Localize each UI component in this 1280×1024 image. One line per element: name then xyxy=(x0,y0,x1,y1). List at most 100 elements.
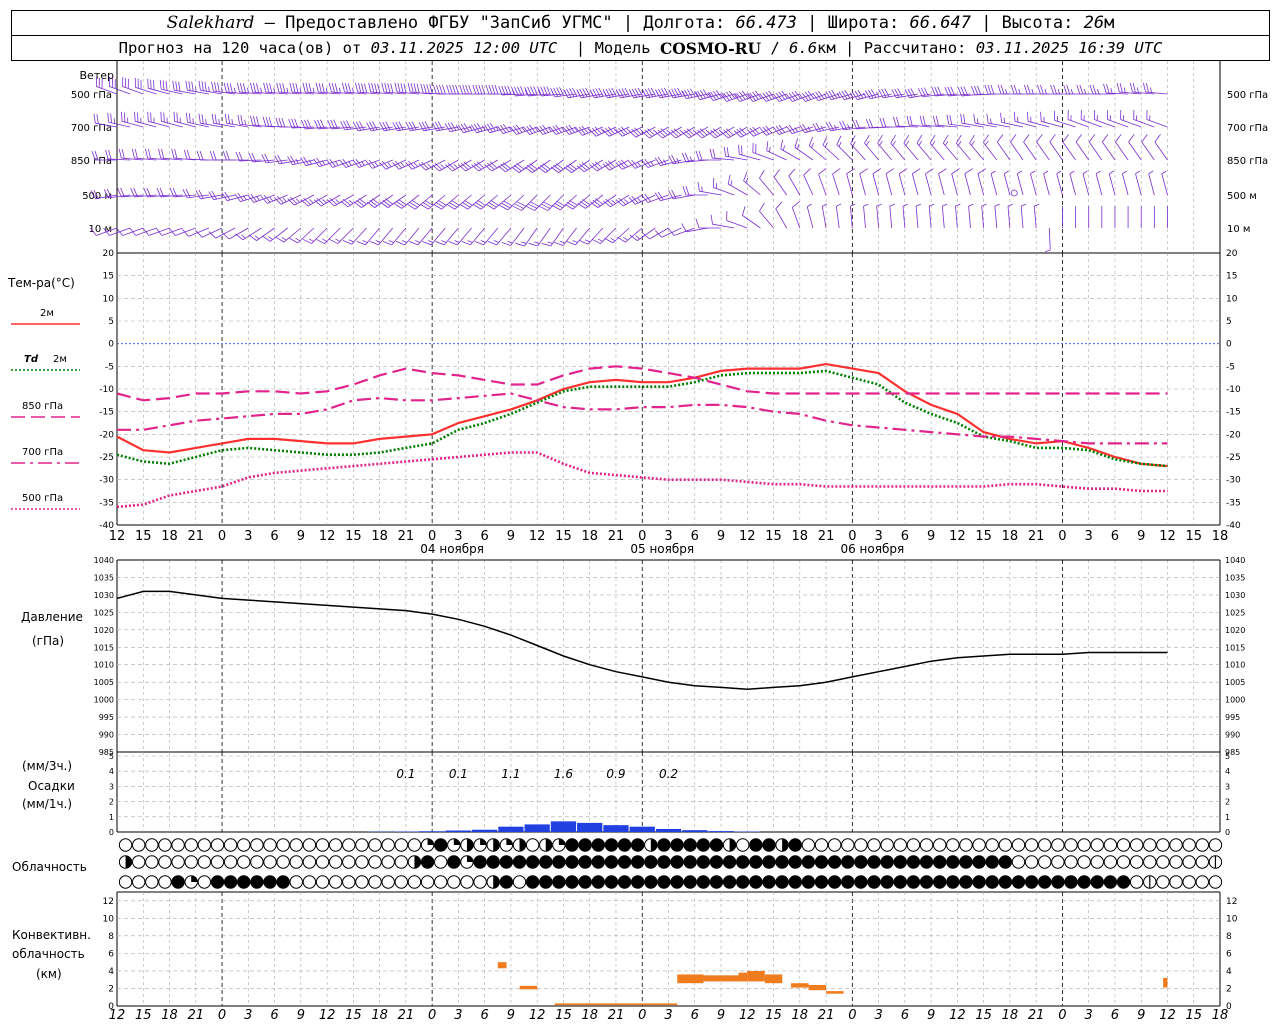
barb-feather xyxy=(318,83,322,93)
hour-label: 0 xyxy=(1058,529,1066,544)
barb-shaft xyxy=(537,227,551,247)
barb-shaft xyxy=(994,206,998,229)
barb-feather xyxy=(279,83,283,93)
barb-shaft xyxy=(699,190,722,196)
barb-half-feather xyxy=(218,118,220,125)
barb-shaft xyxy=(148,120,170,128)
barb-feather xyxy=(134,77,136,88)
barb-feather xyxy=(436,84,440,95)
barb-feather xyxy=(670,129,679,137)
wind-barb xyxy=(591,227,617,244)
wind-barb xyxy=(589,87,617,99)
conv-tick-left: 12 xyxy=(103,897,114,907)
hour-label-bottom: 12 xyxy=(949,1008,966,1023)
barb-feather xyxy=(864,134,870,144)
temp-tick-right: 5 xyxy=(1226,317,1232,327)
barb-shaft xyxy=(877,142,893,161)
cloud-symbol xyxy=(880,855,894,869)
barb-feather xyxy=(713,177,715,188)
temp-tick-left: -10 xyxy=(99,385,114,395)
cloud-symbol xyxy=(289,875,303,889)
barb-half-feather xyxy=(1095,170,1101,175)
barb-half-feather xyxy=(1069,170,1075,175)
legend-label: 500 гПа xyxy=(22,493,63,504)
wind-barb xyxy=(1076,84,1102,95)
barb-half-feather xyxy=(256,196,260,201)
wind-barb xyxy=(485,194,512,210)
cloud-symbol xyxy=(775,855,789,869)
barb-half-feather xyxy=(413,162,418,168)
wind-barb xyxy=(960,113,984,128)
barb-half-feather xyxy=(850,203,856,207)
meteogram-chart: Ветер500 гПа 500 гПа700 гПа 700 гПа850 гПа… xyxy=(7,61,1268,1023)
wind-barb xyxy=(986,113,1010,128)
barb-feather xyxy=(507,85,512,95)
barb-feather xyxy=(326,199,335,207)
temp-tick-right: 20 xyxy=(1226,249,1238,259)
barb-feather xyxy=(313,158,320,167)
barb-feather xyxy=(488,84,493,95)
wind-barb xyxy=(1010,84,1037,95)
barb-feather xyxy=(321,83,325,93)
barb-feather xyxy=(371,83,375,93)
barb-feather xyxy=(121,111,123,122)
wind-barb xyxy=(916,134,932,161)
cloud-symbol xyxy=(644,875,658,889)
pres-tick-right: 1015 xyxy=(1225,643,1245,652)
barb-feather xyxy=(165,81,168,91)
barb-half-feather xyxy=(338,87,341,93)
wind-barb xyxy=(1161,170,1168,196)
barb-feather xyxy=(150,79,152,90)
barb-feather xyxy=(125,78,127,88)
barb-feather xyxy=(1154,134,1161,143)
hour-label: 21 xyxy=(818,529,835,544)
barb-feather xyxy=(710,214,713,225)
barb-feather xyxy=(504,85,509,95)
barb-feather xyxy=(709,148,713,159)
wind-barb xyxy=(395,227,420,246)
cloud-symbol xyxy=(237,838,251,852)
cloud-symbol xyxy=(512,875,527,889)
barb-half-feather xyxy=(1110,88,1113,94)
precip-bar xyxy=(472,829,498,832)
cloud-symbol xyxy=(197,838,212,852)
precip-total: 0.1 xyxy=(396,767,415,781)
cloud-symbol xyxy=(210,875,225,889)
barb-feather xyxy=(1013,84,1018,95)
barb-half-feather xyxy=(1083,88,1087,95)
wind-barb xyxy=(171,148,196,161)
barb-feather xyxy=(447,162,456,170)
cloud-symbol xyxy=(788,855,802,869)
cloud-symbol xyxy=(827,838,842,852)
hour-label: 0 xyxy=(218,529,226,544)
barb-feather xyxy=(631,195,639,204)
cloud-symbol xyxy=(210,838,225,852)
cloud-symbol xyxy=(932,838,947,852)
barb-feather xyxy=(775,92,783,101)
precip-unit-1h: (мм/1ч.) xyxy=(22,797,72,811)
barb-half-feather xyxy=(312,87,315,93)
cloud-symbol xyxy=(959,855,973,869)
cloud-symbol xyxy=(250,855,264,869)
temp-tick-left: -30 xyxy=(99,476,114,486)
pres-tick-right: 1005 xyxy=(1225,678,1245,687)
cloud-symbol xyxy=(932,875,947,889)
precip-bar xyxy=(419,831,445,832)
wind-barb xyxy=(340,120,367,131)
barb-feather xyxy=(654,230,662,238)
pressure-title: Давление xyxy=(21,610,83,624)
barb-half-feather xyxy=(1149,115,1151,121)
barb-feather xyxy=(485,84,490,95)
barb-feather xyxy=(420,83,424,94)
barb-feather xyxy=(788,92,796,101)
temp-tick-left: -35 xyxy=(99,498,114,508)
wind-barb xyxy=(968,203,974,229)
wind-barb xyxy=(1082,170,1090,196)
cloud-symbol xyxy=(604,855,619,869)
cloud-symbol xyxy=(145,875,159,889)
barb-feather xyxy=(963,114,966,124)
cloud-symbol xyxy=(578,855,592,869)
barb-shaft xyxy=(890,142,906,161)
temp-tick-left: 15 xyxy=(103,272,114,282)
barb-feather xyxy=(1132,83,1136,93)
